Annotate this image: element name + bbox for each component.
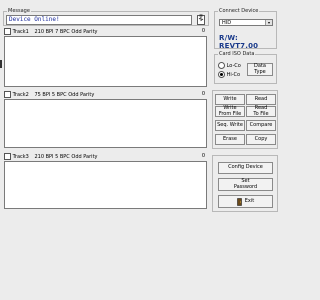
lo-co-radio[interactable]	[218, 62, 225, 69]
lo-co-label: Lo-Co	[226, 63, 241, 69]
track2-info: 75 BPI 5 BPC Odd Parity	[34, 92, 95, 98]
hi-co-label: Hi-Co	[226, 72, 241, 78]
track1-data[interactable]	[4, 36, 207, 87]
left-edge-marker	[0, 60, 2, 68]
track2-checkbox[interactable]	[4, 91, 11, 98]
track1-count: 0	[201, 28, 205, 34]
track1-checkbox[interactable]	[4, 28, 11, 35]
track2-count: 0	[201, 91, 205, 97]
track3-label: Track3	[12, 154, 29, 160]
track1-info: 210 BPI 7 BPC Odd Parity	[34, 29, 98, 35]
erase-button[interactable]: Erase	[215, 134, 245, 145]
data-type-button[interactable]: Data Type	[247, 63, 273, 76]
track3-info: 210 BPI 5 BPC Odd Parity	[34, 154, 98, 160]
message-legend: Message	[7, 8, 31, 14]
write-button[interactable]: Write	[215, 94, 245, 105]
hi-co-radio[interactable]	[218, 71, 225, 78]
read-to-file-button[interactable]: Read To File	[246, 106, 276, 117]
device-group: Config Device Set Password Exit	[212, 155, 278, 212]
track3-count: 0	[201, 153, 205, 159]
seq-write-button[interactable]: Seq. Write	[215, 120, 245, 131]
clipboard-battery-icon	[197, 14, 205, 25]
exit-door-icon	[236, 197, 243, 206]
exit-label: Exit	[244, 197, 255, 204]
read-button[interactable]: Read	[246, 94, 276, 105]
track2-data[interactable]	[4, 99, 207, 148]
card-iso-group: Card ISO Data Lo-Co Hi-Co Data Type	[214, 51, 277, 84]
track3-checkbox[interactable]	[4, 153, 11, 160]
track1-label: Track1	[12, 29, 29, 35]
write-from-file-button[interactable]: Write From File	[215, 106, 245, 117]
device-select[interactable]: HID ▾	[219, 19, 273, 26]
set-password-button[interactable]: Set Password	[218, 178, 273, 191]
chevron-down-icon: ▾	[265, 20, 272, 25]
copy-button[interactable]: Copy	[246, 134, 276, 145]
message-text: Device Online!	[9, 16, 60, 23]
version-label: R/W: REVT7.00	[219, 34, 259, 50]
track2-label: Track2	[12, 92, 29, 98]
track3-header: Track3 210 BPI 5 BPC Odd Parity 0	[4, 153, 209, 161]
hi-co-option[interactable]: Hi-Co	[218, 71, 240, 78]
lo-co-option[interactable]: Lo-Co	[218, 62, 241, 69]
connect-device-legend: Connect Device	[218, 8, 260, 14]
actions-group: Write Read Write From File Read To File …	[212, 90, 278, 149]
card-iso-legend: Card ISO Data	[218, 51, 256, 57]
exit-button[interactable]: Exit	[218, 195, 273, 208]
track3-data[interactable]	[4, 161, 207, 209]
message-display: Device Online!	[6, 15, 192, 25]
compare-button[interactable]: Compare	[246, 120, 276, 131]
device-select-value: HID	[222, 20, 232, 26]
message-group: Message Device Online!	[3, 8, 209, 26]
config-device-button[interactable]: Config Device	[218, 162, 273, 174]
track1-header: Track1 210 BPI 7 BPC Odd Parity 0	[4, 28, 209, 36]
track2-header: Track2 75 BPI 5 BPC Odd Parity 0	[4, 91, 209, 99]
connect-device-group: Connect Device HID ▾ R/W: REVT7.00	[214, 8, 277, 50]
